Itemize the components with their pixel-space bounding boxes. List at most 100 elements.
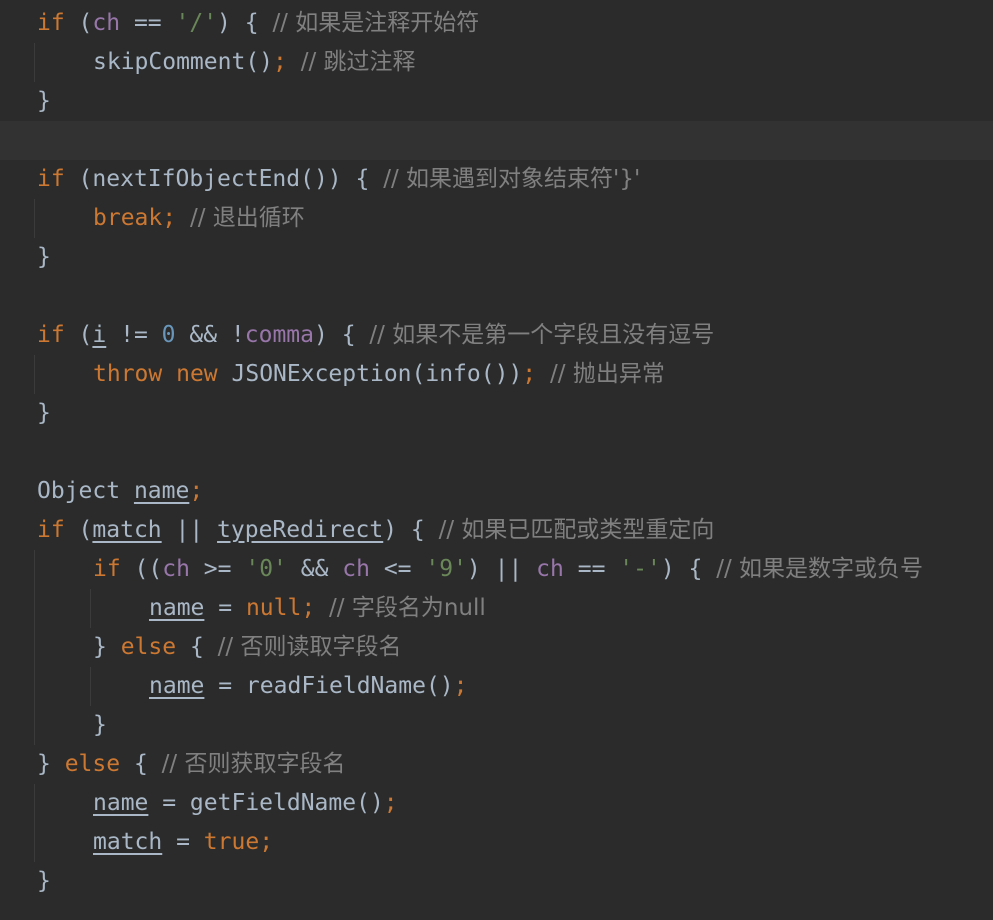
code-line[interactable]: }: [0, 394, 993, 433]
code-token: match: [93, 829, 163, 855]
code-token: '/': [175, 10, 218, 36]
code-comment: // 如果是注释开始符: [272, 10, 480, 36]
code-token: (: [64, 10, 93, 36]
code-token: ch: [162, 556, 190, 582]
code-line[interactable]: [0, 433, 993, 472]
code-editor[interactable]: if (ch == '/') { // 如果是注释开始符 skipComment(…: [0, 0, 993, 920]
code-text: if (nextIfObjectEnd()) { // 如果遇到对象结束符'}': [37, 160, 640, 199]
code-token: comma: [244, 322, 315, 348]
code-line[interactable]: }: [0, 82, 993, 121]
code-token: name: [133, 478, 190, 504]
code-token: ;: [453, 673, 468, 699]
code-line[interactable]: match = true;: [0, 823, 993, 862]
code-token: ==: [120, 10, 176, 36]
code-comment: // 如果是数字或负号: [716, 556, 924, 582]
code-text: skipComment(); // 跳过注释: [93, 43, 416, 82]
code-token: name: [149, 673, 205, 699]
code-token: }: [93, 634, 121, 660]
code-token: = readFieldName(): [204, 673, 454, 699]
code-token: }: [37, 751, 65, 777]
code-line[interactable]: }: [0, 706, 993, 745]
code-token: ) {: [314, 322, 370, 348]
indent-guide: [34, 706, 35, 745]
code-line[interactable]: }: [0, 238, 993, 277]
code-token: '-': [619, 556, 661, 582]
code-line[interactable]: } else { // 否则读取字段名: [0, 628, 993, 667]
indent-guide: [34, 550, 35, 589]
code-line[interactable]: throw new JSONException(info()); // 抛出异常: [0, 355, 993, 394]
code-text: if (match || typeRedirect) { // 如果已匹配或类型…: [37, 511, 714, 550]
code-token: name: [93, 790, 149, 816]
current-line[interactable]: [0, 121, 993, 160]
code-token: else: [120, 634, 177, 660]
indent-guide: [34, 199, 35, 238]
indent-guide: [34, 823, 35, 862]
code-token: ;: [383, 790, 398, 816]
code-token: && !: [175, 322, 245, 348]
code-token: new: [176, 361, 218, 387]
code-token: {: [176, 634, 218, 660]
code-line[interactable]: }: [0, 862, 993, 901]
code-token: ==: [563, 556, 620, 582]
code-token: ) ||: [466, 556, 537, 582]
code-line[interactable]: break; // 退出循环: [0, 199, 993, 238]
code-token: if: [37, 517, 65, 543]
code-token: match: [92, 517, 162, 543]
code-comment: // 退出循环: [189, 205, 305, 231]
code-token: if: [37, 166, 65, 192]
code-comment: // 如果遇到对象结束符'}': [383, 166, 641, 192]
code-token: if: [93, 556, 121, 582]
code-token: (: [64, 322, 93, 348]
code-token: }: [93, 712, 107, 738]
code-token: (nextIfObjectEnd()) {: [64, 166, 384, 192]
code-line[interactable]: [0, 277, 993, 316]
code-token: true: [203, 829, 260, 855]
code-token: ch: [92, 10, 121, 36]
code-token: ch: [536, 556, 564, 582]
code-token: = getFieldName(): [148, 790, 384, 816]
code-line[interactable]: name = readFieldName();: [0, 667, 993, 706]
code-line[interactable]: } else { // 否则获取字段名: [0, 745, 993, 784]
code-line[interactable]: if (i != 0 && !comma) { // 如果不是第一个字段且没有逗…: [0, 316, 993, 355]
code-comment: // 否则读取字段名: [217, 634, 402, 660]
code-token: null: [245, 595, 302, 621]
code-token: ;: [301, 595, 316, 621]
code-comment: // 否则获取字段名: [161, 751, 346, 777]
indent-guide: [34, 43, 35, 82]
code-text: }: [93, 706, 107, 745]
code-token: <=: [369, 556, 426, 582]
code-token: {: [120, 751, 162, 777]
code-line[interactable]: name = getFieldName();: [0, 784, 993, 823]
code-token: (: [64, 517, 93, 543]
code-token: >=: [189, 556, 246, 582]
code-token: i: [92, 322, 107, 348]
code-line[interactable]: skipComment(); // 跳过注释: [0, 43, 993, 82]
code-line[interactable]: if (nextIfObjectEnd()) { // 如果遇到对象结束符'}': [0, 160, 993, 199]
code-line[interactable]: Object name;: [0, 472, 993, 511]
code-line[interactable]: if ((ch >= '0' && ch <= '9') || ch == '-…: [0, 550, 993, 589]
code-token: typeRedirect: [217, 517, 384, 543]
code-text: if (ch == '/') { // 如果是注释开始符: [37, 4, 479, 43]
code-token: &&: [286, 556, 343, 582]
code-line[interactable]: if (ch == '/') { // 如果是注释开始符: [0, 4, 993, 43]
code-text: match = true;: [93, 823, 273, 862]
code-line[interactable]: if (match || typeRedirect) { // 如果已匹配或类型…: [0, 511, 993, 550]
code-token: }: [37, 244, 51, 270]
indent-guide: [90, 667, 91, 706]
code-text: throw new JSONException(info()); // 抛出异常: [93, 355, 665, 394]
code-token: '9': [425, 556, 467, 582]
code-text: Object name;: [37, 472, 203, 511]
code-token: if: [37, 322, 65, 348]
code-token: name: [149, 595, 205, 621]
code-token: '0': [245, 556, 287, 582]
code-token: ;: [522, 361, 537, 387]
code-text: }: [37, 238, 51, 277]
code-token: throw: [93, 361, 163, 387]
code-token: }: [37, 400, 51, 426]
code-line[interactable]: name = null; // 字段名为null: [0, 589, 993, 628]
code-token: ) {: [383, 517, 439, 543]
code-text: break; // 退出循环: [93, 199, 305, 238]
